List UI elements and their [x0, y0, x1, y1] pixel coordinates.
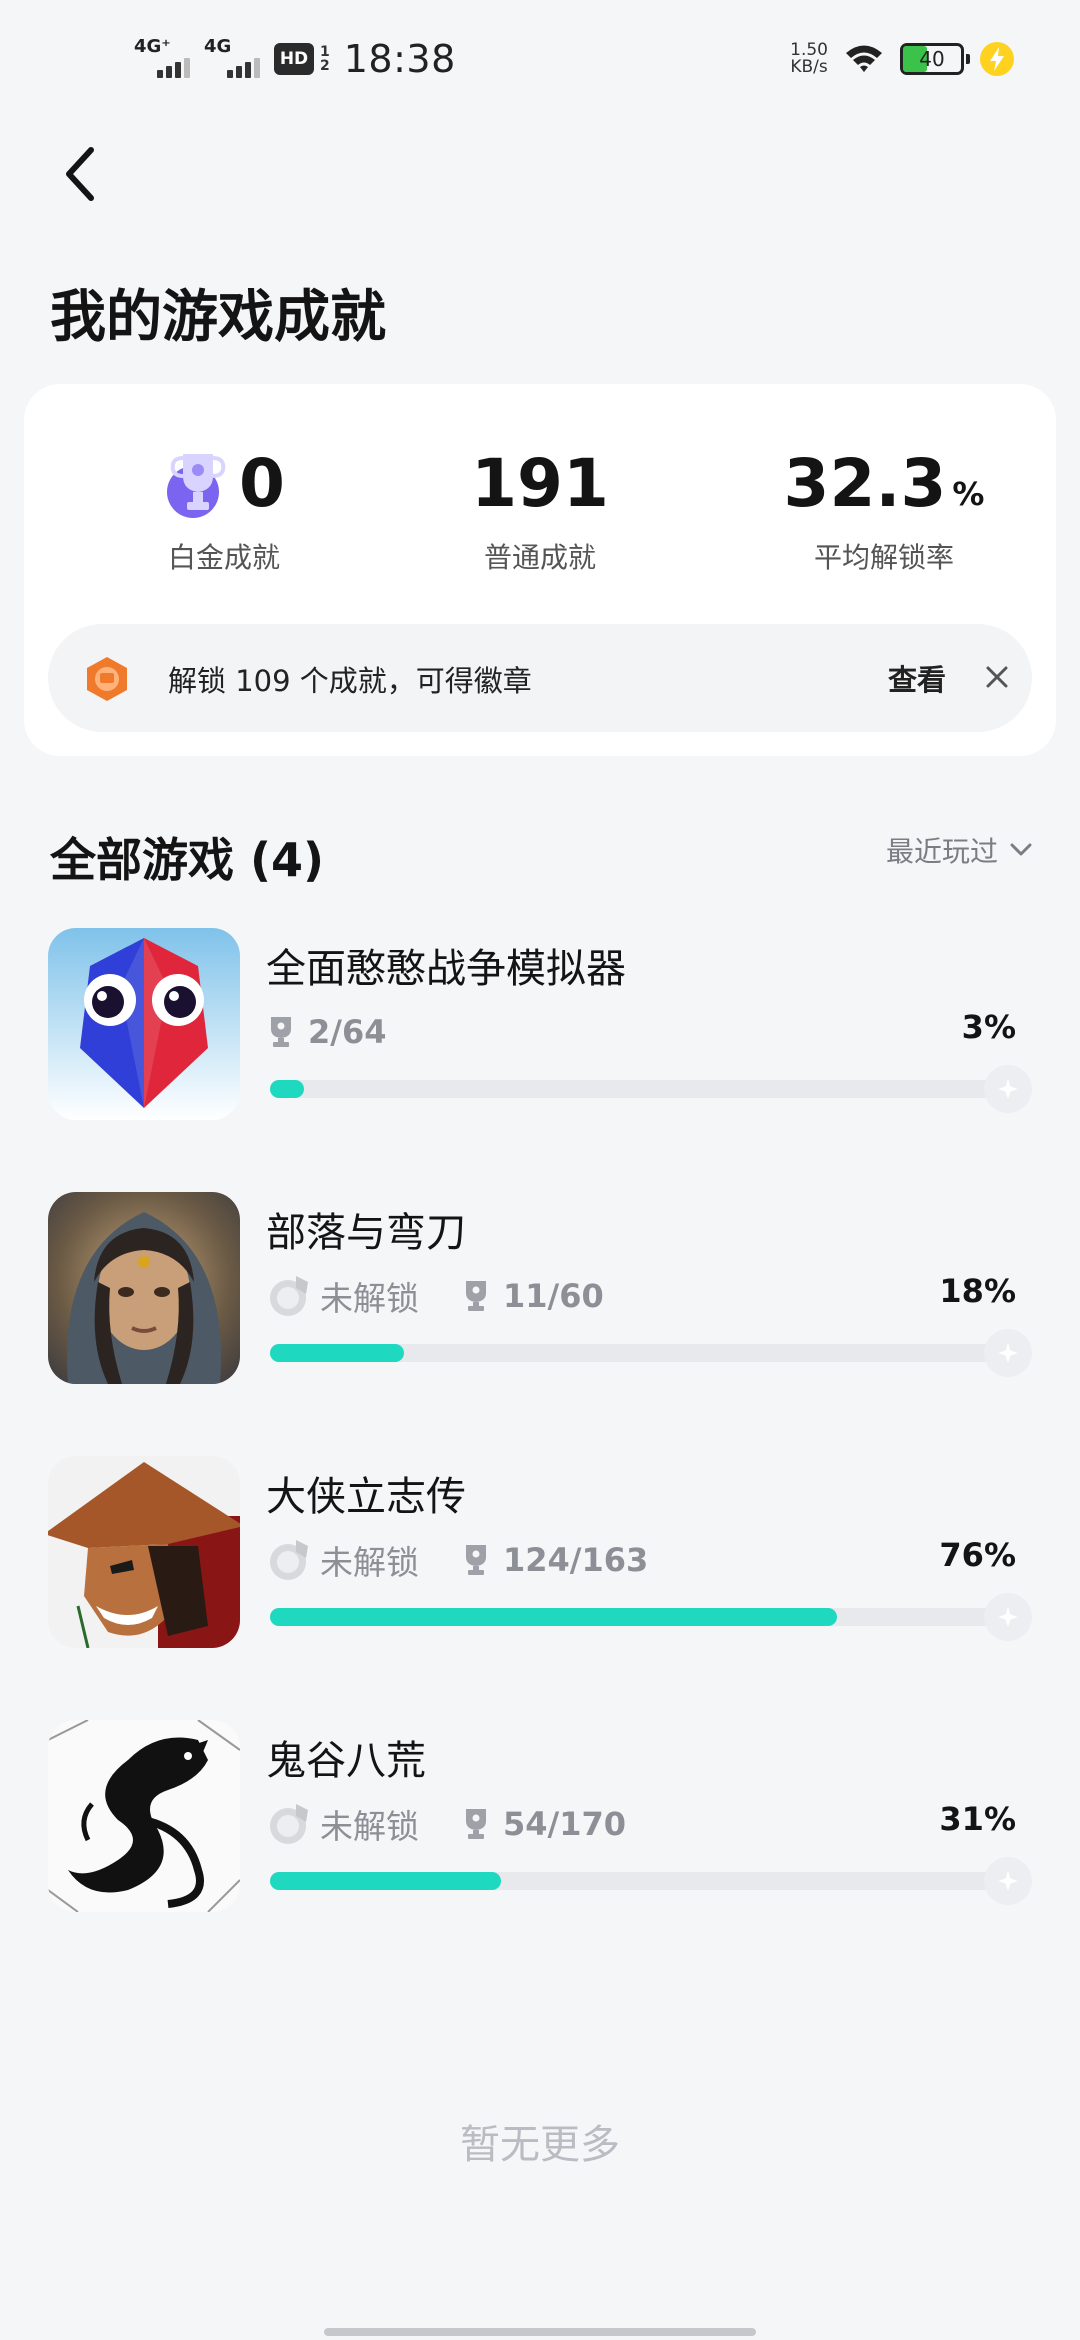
progress-percent: 76%	[939, 1536, 1016, 1574]
no-more-text: 暂无更多	[460, 2122, 620, 2168]
progress-end-icon	[984, 1857, 1032, 1905]
platinum-stat: 0 白金成就	[54, 440, 394, 576]
trophy-icon	[466, 1281, 486, 1311]
trophy-count: 11/60	[461, 1277, 604, 1315]
badge-status: 未解锁	[266, 1800, 419, 1848]
game-meta: 2/64	[266, 1006, 386, 1058]
signal-4g-plus-icon: 4G⁺	[134, 36, 190, 82]
status-bar-left: 4G⁺ 4G HD 1 2 18:38	[134, 34, 456, 84]
game-meta: 未解锁 54/170	[266, 1798, 626, 1850]
locked-medal-icon	[270, 1276, 308, 1316]
locked-medal-icon	[270, 1804, 308, 1844]
hd-voice-icon: HD	[274, 43, 314, 75]
progress-end-icon	[984, 1065, 1032, 1113]
game-title: 大侠立志传	[266, 1474, 466, 1520]
sort-label: 最近玩过	[885, 835, 998, 868]
trophy-count: 124/163	[461, 1541, 648, 1579]
progress-track	[270, 1857, 1032, 1905]
status-bar: 4G⁺ 4G HD 1 2 18:38 1.50 KB/s 40	[0, 0, 1080, 118]
progress-percent: 18%	[939, 1272, 1016, 1310]
progress-track	[270, 1593, 1032, 1641]
game-meta: 未解锁 124/163	[266, 1534, 648, 1586]
network-speed: 1.50 KB/s	[790, 40, 828, 77]
chevron-left-icon	[66, 147, 94, 201]
game-meta: 未解锁 11/60	[266, 1270, 604, 1322]
signal-4g-icon: 4G	[204, 36, 260, 82]
game-title: 鬼谷八荒	[266, 1738, 426, 1784]
locked-medal-icon	[270, 1540, 308, 1580]
unlock-rate-stat: 32.3 % 平均解锁率	[783, 444, 985, 575]
sort-select[interactable]: 最近玩过	[886, 830, 1032, 870]
badge-medal-icon	[87, 657, 127, 701]
badge-status: 未解锁	[266, 1272, 419, 1320]
progress-fill	[270, 1872, 502, 1890]
trophy-icon	[466, 1809, 486, 1839]
trophy-icon	[466, 1545, 486, 1575]
hd-fraction: 1 2	[320, 44, 330, 74]
game-row[interactable]: 大侠立志传 未解锁 124/163 76%	[48, 1456, 1032, 1652]
badge-banner: 解锁 109 个成就，可得徽章 查看	[48, 624, 1032, 732]
close-icon	[986, 666, 1008, 688]
normal-stat: 191 普通成就	[471, 444, 609, 575]
progress-end-icon	[984, 1593, 1032, 1641]
badge-banner-text: 解锁 109 个成就，可得徽章	[168, 664, 532, 698]
game-row[interactable]: 鬼谷八荒 未解锁 54/170 31%	[48, 1720, 1032, 1916]
clock: 18:38	[343, 37, 456, 81]
game-cover-image	[48, 1720, 240, 1912]
home-indicator[interactable]	[324, 2328, 756, 2336]
charging-bolt-icon	[980, 42, 1014, 76]
progress-track	[270, 1329, 1032, 1377]
progress-fill	[270, 1344, 405, 1362]
progress-fill	[270, 1080, 304, 1098]
game-row[interactable]: 部落与弯刀 未解锁 11/60 18%	[48, 1192, 1032, 1388]
games-section-title: 全部游戏 (4)	[50, 833, 325, 887]
battery-icon: 40	[900, 43, 970, 75]
game-title: 全面憨憨战争模拟器	[266, 946, 626, 992]
game-row[interactable]: 全面憨憨战争模拟器 2/64 3%	[48, 928, 1032, 1124]
progress-track	[270, 1065, 1032, 1113]
achievements-page: 4G⁺ 4G HD 1 2 18:38 1.50 KB/s 40 我的游戏成就 …	[0, 0, 1080, 2340]
progress-percent: 31%	[939, 1800, 1016, 1838]
page-title: 我的游戏成就	[50, 285, 386, 350]
game-cover-image	[48, 928, 240, 1120]
trophy-icon	[271, 1017, 291, 1047]
platinum-trophy-icon	[167, 454, 226, 518]
view-badge-link[interactable]: 查看	[888, 657, 946, 699]
game-title: 部落与弯刀	[266, 1210, 466, 1256]
status-bar-right: 1.50 KB/s 40	[790, 36, 1014, 82]
trophy-count: 54/170	[461, 1805, 626, 1843]
progress-end-icon	[984, 1329, 1032, 1377]
game-cover-image	[48, 1192, 240, 1384]
back-button[interactable]	[48, 134, 112, 214]
badge-status: 未解锁	[266, 1536, 419, 1584]
chevron-down-icon	[1010, 843, 1032, 856]
progress-percent: 3%	[961, 1008, 1016, 1046]
summary-card: 0 白金成就 191 普通成就 32.3 % 平均解锁率 解锁 109 个成就，…	[24, 384, 1056, 756]
wifi-icon	[846, 45, 882, 72]
game-cover-image	[48, 1456, 240, 1648]
close-banner-button[interactable]	[976, 656, 1018, 698]
progress-fill	[270, 1608, 837, 1626]
trophy-count: 2/64	[266, 1013, 386, 1051]
